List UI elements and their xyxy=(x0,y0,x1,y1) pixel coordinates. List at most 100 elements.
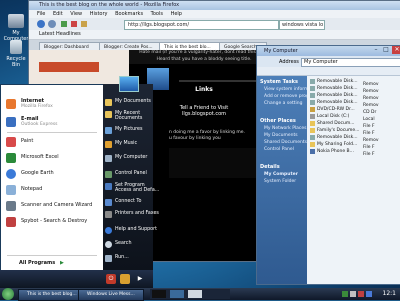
clock[interactable]: 12:1 xyxy=(383,288,396,300)
menu-file[interactable]: File xyxy=(37,11,45,17)
item-sub: Outlook Express xyxy=(21,122,58,127)
drive-row[interactable]: Family's Docume...File F xyxy=(309,127,400,134)
recent-excel[interactable]: Microsoft Excel xyxy=(5,151,101,165)
drive-name: Removable Disk... xyxy=(317,135,358,140)
tray-messenger-icon[interactable] xyxy=(366,291,372,297)
lock-icon[interactable] xyxy=(120,274,130,284)
dvd-drive-icon xyxy=(310,107,315,112)
taskbar: This is the best blog... Windows Live Me… xyxy=(0,288,400,301)
firefox-title-bar[interactable]: This is the best blog on the whole world… xyxy=(29,1,400,10)
item-name: Spybot - Search & Destroy xyxy=(21,218,88,224)
places-my-documents[interactable]: My Documents xyxy=(105,98,153,109)
drive-icon xyxy=(310,86,315,91)
places-search[interactable]: Search xyxy=(105,240,153,251)
address-input[interactable]: My Computer xyxy=(301,58,400,67)
forward-icon[interactable] xyxy=(48,20,56,28)
desktop-icon-recycle-bin[interactable]: Recycle Bin xyxy=(2,40,30,68)
recent-notepad[interactable]: Notepad xyxy=(5,183,101,197)
recent-google-earth[interactable]: Google Earth xyxy=(5,167,101,181)
drive-row[interactable]: Local Disk (C:)Local xyxy=(309,113,400,120)
drive-row[interactable]: Nokia Phone B... File F xyxy=(309,148,400,155)
places-my-recent-documents[interactable]: My Recent Documents xyxy=(105,110,153,124)
menu-edit[interactable]: Edit xyxy=(53,11,63,17)
outlook-express-icon xyxy=(6,117,16,127)
task-pane: System Tasks View system information Add… xyxy=(257,76,307,284)
paint-icon xyxy=(6,137,16,147)
task-view-system-info[interactable]: View system information xyxy=(257,86,307,93)
desktop-icon-my-computer[interactable]: My Computer xyxy=(2,14,30,42)
menu-bookmarks[interactable]: Bookmarks xyxy=(115,11,143,17)
drive-row[interactable]: Removable Disk...Remov xyxy=(309,92,400,99)
item-name: Scanner and Camera Wizard xyxy=(21,202,93,208)
all-programs-button[interactable]: All Programs ▶ xyxy=(19,260,64,266)
taskbar-button-messenger[interactable]: Windows Live Mess... xyxy=(78,289,144,301)
menu-divider xyxy=(7,255,97,256)
stop-icon[interactable] xyxy=(71,21,77,27)
home-icon[interactable] xyxy=(81,21,87,27)
folder-icon xyxy=(310,121,315,126)
folder-icon xyxy=(310,128,315,133)
blog-left-banner xyxy=(39,62,99,72)
phone-icon xyxy=(310,149,315,154)
places-control-panel[interactable]: Control Panel xyxy=(105,170,153,181)
places-my-music[interactable]: My Music xyxy=(105,140,153,151)
task-change-setting[interactable]: Change a setting xyxy=(257,100,307,107)
item-name: Printers and Faxes xyxy=(115,211,159,216)
tray-security-icon[interactable] xyxy=(358,291,364,297)
details-name: My Computer xyxy=(264,172,298,177)
drive-row[interactable]: My Sharing Fold...File F xyxy=(309,141,400,148)
system-tasks-heading: System Tasks xyxy=(260,79,298,85)
recent-paint[interactable]: Paint xyxy=(5,135,101,149)
places-set-program-access[interactable]: Set Program Access and Defa... xyxy=(105,182,159,196)
bookmark-latest-headlines[interactable]: Latest Headlines xyxy=(39,31,81,37)
tray-volume-icon[interactable] xyxy=(350,291,356,297)
firefox-menu-bar: File Edit View History Bookmarks Tools H… xyxy=(29,10,400,18)
drive-row[interactable]: Removable Disk...Remov xyxy=(309,78,400,85)
recent-spybot[interactable]: Spybot - Search & Destroy xyxy=(5,215,101,229)
place-my-network-places[interactable]: My Network Places xyxy=(257,125,307,132)
thumbnail-preview[interactable] xyxy=(188,290,202,298)
close-button[interactable]: ✕ xyxy=(392,46,400,54)
pinned-email[interactable]: E-mail Outlook Express xyxy=(5,115,101,129)
back-icon[interactable] xyxy=(37,20,45,28)
shutdown-arrow-icon[interactable]: ▶ xyxy=(134,274,146,284)
places-help-support[interactable]: Help and Support xyxy=(105,226,157,237)
menu-tools[interactable]: Tools xyxy=(151,11,163,17)
thumbnail-preview[interactable] xyxy=(152,290,166,298)
reload-icon[interactable] xyxy=(61,21,67,27)
places-connect-to[interactable]: Connect To xyxy=(105,198,153,209)
task-add-remove-programs[interactable]: Add or remove programs xyxy=(257,93,307,100)
place-my-documents[interactable]: My Documents xyxy=(257,132,307,139)
place-shared-documents[interactable]: Shared Documents xyxy=(257,139,307,146)
pinned-internet[interactable]: Internet Mozilla Firefox xyxy=(5,97,101,111)
places-my-computer[interactable]: My Computer xyxy=(105,154,153,165)
places-run[interactable]: Run... xyxy=(105,254,153,265)
run-icon xyxy=(105,255,112,262)
drive-row[interactable]: Removable Disk...Remov xyxy=(309,134,400,141)
places-printers-faxes[interactable]: Printers and Faxes xyxy=(105,210,159,221)
blog-body-area xyxy=(169,148,269,178)
start-button[interactable] xyxy=(2,288,14,300)
tray-network-icon[interactable] xyxy=(342,291,348,297)
drive-row[interactable]: DVD/CD-RW Dr...CD Dr xyxy=(309,106,400,113)
maximize-button[interactable]: □ xyxy=(381,46,391,54)
recent-scanner-wizard[interactable]: Scanner and Camera Wizard xyxy=(5,199,101,213)
drive-row[interactable]: Removable Disk...Remov xyxy=(309,85,400,92)
taskbar-thumbnails xyxy=(150,289,230,299)
url-bar[interactable]: http://llgs.blogspot.com/ xyxy=(124,20,279,30)
search-input[interactable]: windows vista lo xyxy=(279,20,325,30)
minimize-button[interactable]: – xyxy=(371,46,381,54)
item-name: Control Panel xyxy=(115,171,147,176)
menu-help[interactable]: Help xyxy=(171,11,182,17)
places-my-pictures[interactable]: My Pictures xyxy=(105,126,153,137)
power-icon[interactable]: ⏻ xyxy=(106,274,116,284)
place-control-panel[interactable]: Control Panel xyxy=(257,146,307,153)
thumbnail-preview[interactable] xyxy=(170,290,184,298)
drive-row[interactable]: Shared Docum...File F xyxy=(309,120,400,127)
menu-history[interactable]: History xyxy=(90,11,108,17)
taskbar-button-firefox[interactable]: This is the best blog... xyxy=(18,289,84,301)
all-programs-label: All Programs xyxy=(19,260,56,266)
drive-row[interactable]: Removable Disk...Remov xyxy=(309,99,400,106)
start-menu: Internet Mozilla Firefox E-mail Outlook … xyxy=(0,76,159,288)
menu-view[interactable]: View xyxy=(70,11,82,17)
